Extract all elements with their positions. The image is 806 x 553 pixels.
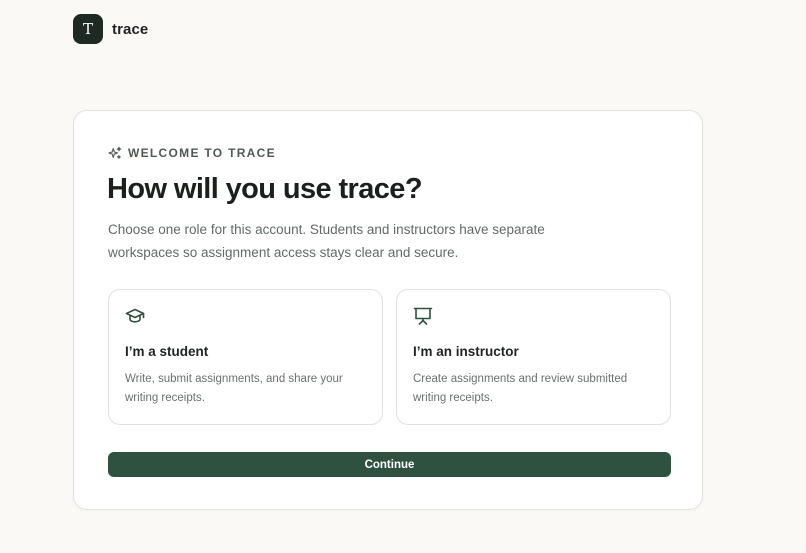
sparkles-icon bbox=[108, 146, 122, 159]
brand-name: trace bbox=[112, 20, 149, 38]
page-subtitle: Choose one role for this account. Studen… bbox=[108, 222, 545, 260]
brand-logo: T bbox=[73, 14, 103, 44]
role-instructor-description: Create assignments and review submitted … bbox=[413, 373, 628, 404]
role-option-student[interactable]: I’m a student Write, submit assignments,… bbox=[108, 289, 383, 425]
role-option-instructor[interactable]: I’m an instructor Create assignments and… bbox=[396, 289, 671, 425]
brand: T trace bbox=[73, 14, 148, 44]
continue-button[interactable]: Continue bbox=[108, 452, 671, 477]
graduation-cap-icon bbox=[125, 308, 145, 323]
role-student-description: Write, submit assignments, and share you… bbox=[125, 373, 343, 404]
presentation-board-icon bbox=[413, 307, 433, 325]
onboarding-card: WELCOME TO TRACE How will you use trace?… bbox=[73, 110, 703, 510]
role-instructor-title: I’m an instructor bbox=[413, 344, 519, 359]
eyebrow: WELCOME TO TRACE bbox=[108, 146, 276, 160]
role-student-title: I’m a student bbox=[125, 344, 209, 359]
page-title: How will you use trace? bbox=[107, 173, 423, 205]
eyebrow-text: WELCOME TO TRACE bbox=[128, 146, 276, 160]
